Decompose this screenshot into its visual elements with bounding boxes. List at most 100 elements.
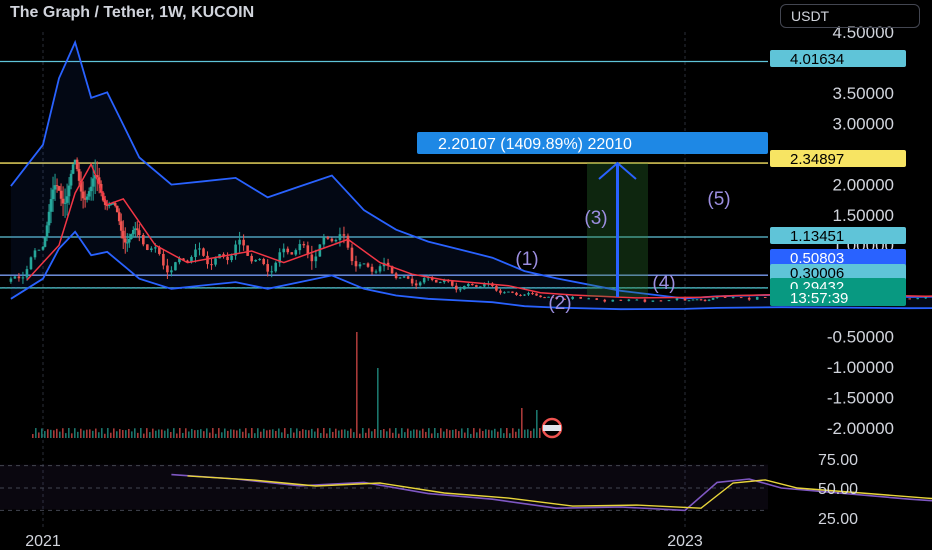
volume-bar — [203, 431, 205, 438]
candle-body — [695, 299, 699, 301]
candle-body — [394, 273, 398, 279]
volume-bar — [134, 428, 136, 438]
volume-bar — [155, 430, 157, 438]
candle-body — [57, 186, 61, 191]
candle-body — [334, 239, 338, 242]
candle-body — [131, 229, 135, 235]
volume-bar — [56, 428, 58, 438]
wave-label: (4) — [652, 273, 675, 294]
volume-bar — [404, 432, 406, 438]
candle-body — [25, 269, 29, 278]
candle-body — [374, 271, 378, 273]
volume-bar — [479, 428, 481, 438]
candle-body — [675, 298, 679, 301]
candle-body — [262, 258, 265, 265]
volume-bar — [113, 428, 115, 438]
volume-bar — [515, 431, 517, 438]
candle-body — [87, 191, 91, 197]
candle-body — [908, 298, 911, 300]
volume-bar — [299, 431, 301, 438]
candle-body — [611, 299, 615, 302]
candle-body — [13, 276, 17, 279]
volume-bar — [365, 432, 367, 438]
candle-body — [71, 164, 75, 174]
candle-body — [579, 296, 582, 299]
candle-body — [51, 189, 55, 200]
volume-bar — [257, 428, 259, 438]
candle-body — [342, 234, 346, 236]
currency-button[interactable]: USDT — [780, 4, 920, 28]
volume-bar — [212, 428, 214, 438]
price-badge-text: 13:57:39 — [790, 290, 848, 307]
price-axis-label: -2.00000 — [827, 419, 894, 438]
volume-bar — [383, 429, 385, 438]
volume-bar — [467, 428, 469, 438]
volume-bar — [233, 429, 235, 438]
candle-body — [471, 284, 474, 286]
volume-bar — [320, 433, 322, 438]
candle-body — [687, 300, 691, 302]
candle-body — [41, 246, 45, 250]
candle-body — [627, 299, 631, 301]
candle-body — [539, 295, 542, 298]
candle-body — [916, 298, 920, 300]
candle-body — [9, 278, 13, 282]
volume-bar — [59, 431, 61, 438]
volume-bar — [476, 432, 478, 438]
volume-bar — [485, 429, 487, 438]
candle-body — [410, 278, 414, 284]
volume-bar — [200, 429, 202, 438]
candle-body — [250, 255, 253, 262]
candle-body — [531, 293, 534, 295]
volume-bar — [164, 430, 166, 438]
candle-body — [402, 276, 406, 278]
wave-label: (5) — [707, 189, 730, 210]
volume-bar — [338, 430, 340, 438]
candle-body — [422, 278, 426, 283]
candle-body — [290, 252, 294, 255]
volume-bar — [287, 433, 289, 438]
volume-bar — [353, 432, 355, 438]
volume-bar — [521, 408, 523, 438]
volume-bar — [326, 433, 328, 438]
volume-bar — [71, 433, 73, 438]
volume-bar — [440, 428, 442, 438]
candle-body — [47, 211, 51, 226]
candle-body — [115, 205, 119, 213]
candle-body — [113, 203, 117, 206]
rsi-axis-label: 50.00 — [818, 481, 858, 498]
volume-bar — [62, 428, 64, 438]
volume-bar — [266, 430, 268, 438]
volume-bar — [455, 429, 457, 438]
chart-canvas[interactable]: 4.500003.500003.000002.000001.500001.000… — [0, 0, 932, 550]
candle-body — [129, 234, 133, 240]
candle-body — [238, 239, 241, 245]
volume-bar — [539, 428, 541, 438]
time-axis-label: 2021 — [25, 533, 61, 550]
price-badge-text: 2.34897 — [790, 151, 844, 168]
candle-body — [85, 196, 89, 200]
volume-bar — [65, 433, 67, 438]
candle-body — [142, 234, 145, 245]
candle-body — [89, 186, 93, 192]
candle-body — [595, 298, 599, 300]
volume-bar — [530, 430, 532, 438]
volume-bar — [323, 428, 325, 438]
volume-bar — [329, 428, 331, 438]
volume-bar — [182, 432, 184, 438]
candle-body — [119, 221, 123, 231]
volume-bar — [389, 428, 391, 438]
volume-bar — [506, 428, 508, 438]
volume-bar — [275, 430, 277, 438]
volume-bar — [395, 428, 397, 438]
candle-body — [242, 239, 245, 246]
volume-bar — [143, 433, 145, 438]
candle-body — [170, 270, 173, 273]
volume-bar — [428, 428, 430, 438]
volume-bar — [188, 431, 190, 438]
candle-body — [154, 247, 157, 249]
candle-body — [635, 299, 639, 301]
volume-bar — [518, 428, 520, 438]
candle-body — [467, 284, 470, 287]
volume-bar — [41, 428, 43, 438]
